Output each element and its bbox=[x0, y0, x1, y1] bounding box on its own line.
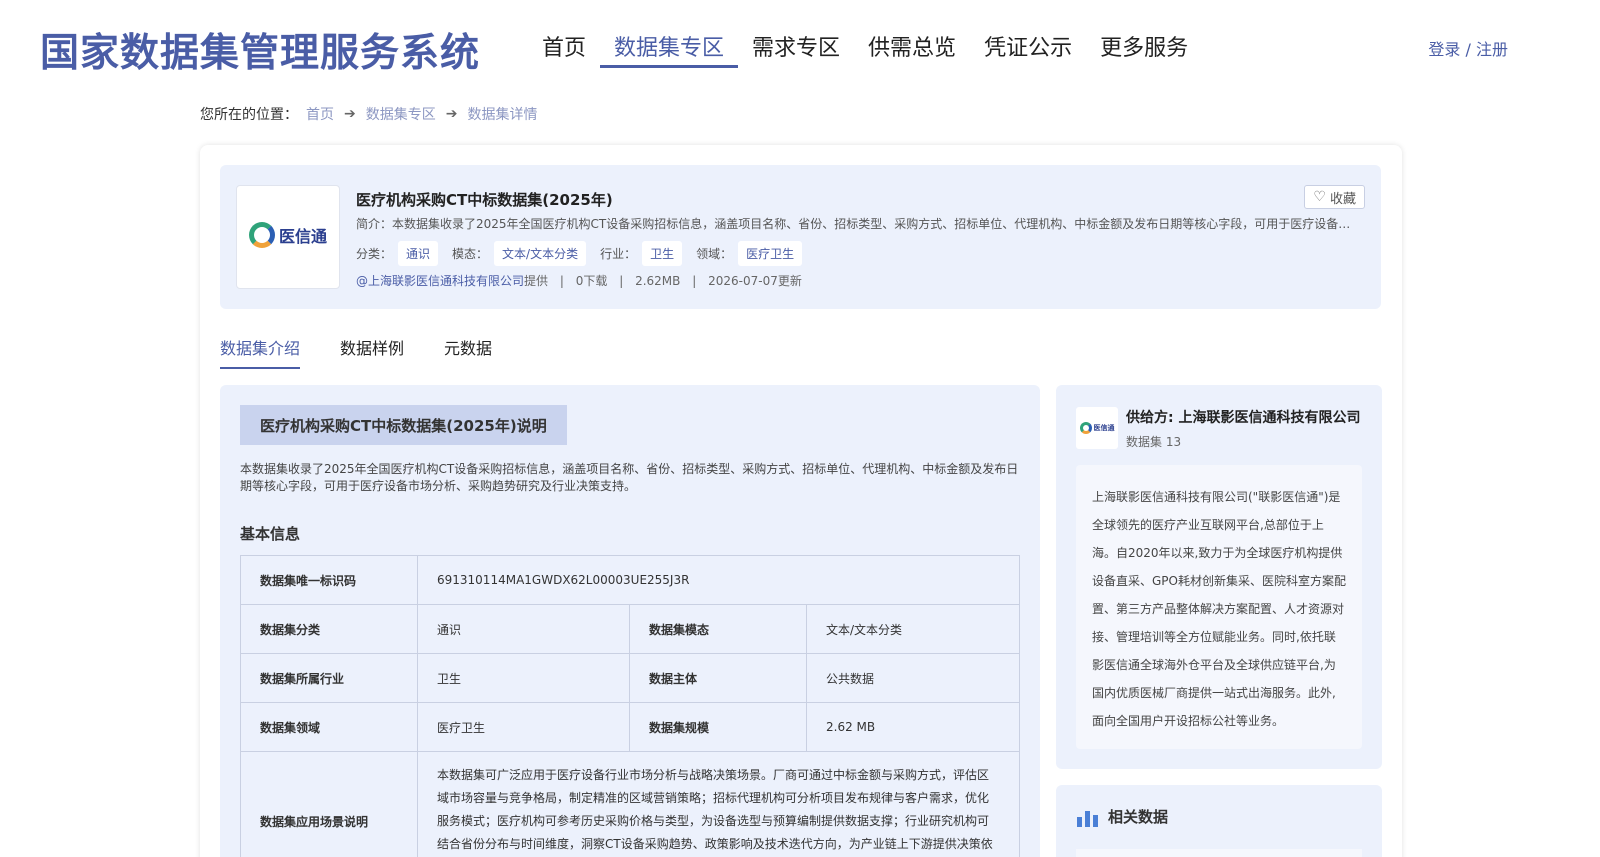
description-panel: 医疗机构采购CT中标数据集(2025年)说明 本数据集收录了2025年全国医疗机… bbox=[220, 385, 1040, 857]
table-row: 数据集领域 医疗卫生 数据集规模 2.62 MB bbox=[240, 702, 1020, 752]
provider-link[interactable]: @上海联影医信通科技有限公司 bbox=[356, 274, 524, 288]
dataset-title: 医疗机构采购CT中标数据集(2025年) bbox=[356, 191, 613, 209]
dataset-meta: @上海联影医信通科技有限公司提供 | 0下载 | 2.62MB | 2026-0… bbox=[356, 274, 802, 288]
download-count: 0下载 bbox=[575, 274, 608, 288]
tag-industry[interactable]: 卫生 bbox=[642, 241, 683, 266]
related-title: 相关数据 bbox=[1076, 805, 1168, 827]
tab-introduction[interactable]: 数据集介绍 bbox=[220, 335, 301, 369]
tag-category[interactable]: 通识 bbox=[398, 241, 439, 266]
table-row: 数据集应用场景说明 本数据集可广泛应用于医疗设备行业市场分析与战略决策场景。厂商… bbox=[240, 751, 1020, 857]
table-row: 数据集所属行业 卫生 数据主体 公共数据 bbox=[240, 653, 1020, 703]
logo-ring-icon bbox=[1079, 422, 1092, 434]
breadcrumb: 您所在的位置： 首页 ➔ 数据集专区 ➔ 数据集详情 bbox=[200, 104, 537, 124]
supplier-name[interactable]: 供给方: 上海联影医信通科技有限公司 bbox=[1126, 407, 1360, 427]
related-list bbox=[1076, 849, 1362, 857]
basic-info-title: 基本信息 bbox=[240, 525, 301, 543]
nav-certificates[interactable]: 凭证公示 bbox=[970, 24, 1086, 68]
detail-tabs: 数据集介绍 数据样例 元数据 bbox=[220, 335, 532, 369]
dataset-detail-card: 医信通 医疗机构采购CT中标数据集(2025年) ♡ 收藏 简介：本数据集收录了… bbox=[200, 145, 1402, 857]
dataset-thumbnail: 医信通 bbox=[236, 185, 340, 289]
provider-logo: 医信通 bbox=[249, 222, 327, 248]
favorite-button[interactable]: ♡ 收藏 bbox=[1304, 185, 1365, 209]
table-row: 数据集分类 通识 数据集模态 文本/文本分类 bbox=[240, 604, 1020, 654]
nav-datasets[interactable]: 数据集专区 bbox=[600, 24, 739, 68]
breadcrumb-prefix: 您所在的位置： bbox=[200, 107, 298, 123]
tab-samples[interactable]: 数据样例 bbox=[340, 335, 404, 369]
supplier-dataset-count: 数据集 13 bbox=[1126, 435, 1182, 449]
breadcrumb-datasets[interactable]: 数据集专区 bbox=[366, 104, 436, 124]
supplier-description: 上海联影医信通科技有限公司("联影医信通")是全球领先的医疗产业互联网平台,总部… bbox=[1076, 465, 1362, 749]
update-date: 2026-07-07更新 bbox=[708, 274, 802, 288]
section-title: 医疗机构采购CT中标数据集(2025年)说明 bbox=[240, 405, 567, 445]
related-data-panel: 相关数据 bbox=[1056, 785, 1382, 857]
breadcrumb-detail: 数据集详情 bbox=[467, 107, 538, 123]
logo-ring-icon bbox=[249, 222, 275, 248]
site-logo[interactable]: 国家数据集管理服务系统 bbox=[40, 22, 480, 78]
nav-demand[interactable]: 需求专区 bbox=[738, 24, 854, 68]
arrow-right-icon: ➔ bbox=[344, 106, 356, 122]
supplier-logo[interactable]: 医信通 bbox=[1076, 407, 1118, 449]
dataset-intro: 简介：本数据集收录了2025年全国医疗机构CT设备采购招标信息，涵盖项目名称、省… bbox=[356, 217, 1356, 231]
site-header: 国家数据集管理服务系统 首页 数据集专区 需求专区 供需总览 凭证公示 更多服务… bbox=[0, 0, 1600, 90]
arrow-right-icon: ➔ bbox=[445, 106, 458, 122]
nav-home[interactable]: 首页 bbox=[542, 24, 600, 68]
nav-more[interactable]: 更多服务 bbox=[1086, 24, 1202, 68]
bar-chart-icon bbox=[1076, 805, 1100, 827]
dataset-summary: 医信通 医疗机构采购CT中标数据集(2025年) ♡ 收藏 简介：本数据集收录了… bbox=[220, 165, 1381, 309]
basic-info-table: 数据集唯一标识码 691310114MA1GWDX62L00003UE255J3… bbox=[240, 555, 1020, 857]
breadcrumb-home[interactable]: 首页 bbox=[306, 104, 334, 124]
nav-overview[interactable]: 供需总览 bbox=[854, 24, 970, 68]
login-register-link[interactable]: 登录 / 注册 bbox=[1428, 36, 1508, 60]
tab-metadata[interactable]: 元数据 bbox=[444, 335, 492, 369]
supplier-panel: 医信通 供给方: 上海联影医信通科技有限公司 数据集 13 上海联影医信通科技有… bbox=[1056, 385, 1382, 769]
dataset-tags: 分类： 通识 模态： 文本/文本分类 行业： 卫生 领域： 医疗卫生 bbox=[356, 241, 816, 266]
dataset-size: 2.62MB bbox=[635, 274, 681, 288]
table-row: 数据集唯一标识码 691310114MA1GWDX62L00003UE255J3… bbox=[240, 555, 1020, 605]
main-nav: 首页 数据集专区 需求专区 供需总览 凭证公示 更多服务 bbox=[542, 24, 1202, 68]
description-text: 本数据集收录了2025年全国医疗机构CT设备采购招标信息，涵盖项目名称、省份、招… bbox=[240, 462, 1019, 493]
tag-domain[interactable]: 医疗卫生 bbox=[738, 241, 803, 266]
heart-icon: ♡ bbox=[1313, 189, 1326, 205]
tag-modality[interactable]: 文本/文本分类 bbox=[494, 241, 587, 266]
